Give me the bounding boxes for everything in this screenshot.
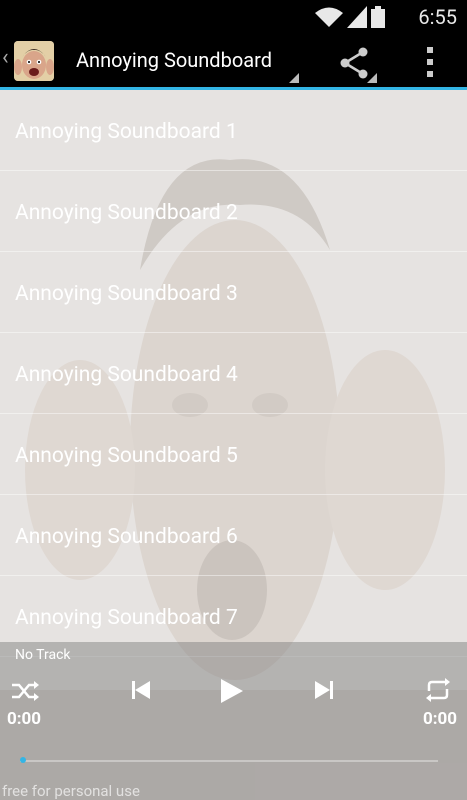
shuffle-icon[interactable]: [10, 680, 40, 702]
status-bar: 6:55: [0, 0, 467, 33]
back-chevron-icon[interactable]: ‹: [2, 45, 9, 70]
list-item[interactable]: Annoying Soundboard 3: [0, 252, 467, 333]
share-dropdown-indicator-icon: [367, 73, 377, 83]
battery-icon: [371, 6, 385, 28]
list-item[interactable]: Annoying Soundboard 1: [0, 90, 467, 171]
soundboard-list: Annoying Soundboard 1 Annoying Soundboar…: [0, 90, 467, 657]
track-title: No Track: [15, 647, 71, 663]
list-item[interactable]: Annoying Soundboard 5: [0, 414, 467, 495]
watermark-text: free for personal use: [2, 782, 140, 800]
repeat-icon[interactable]: [424, 678, 452, 702]
total-time: 0:00: [422, 709, 457, 729]
main-content: Annoying Soundboard 1 Annoying Soundboar…: [0, 90, 467, 800]
list-item[interactable]: Annoying Soundboard 6: [0, 495, 467, 576]
title-dropdown-indicator-icon: [289, 73, 299, 83]
app-icon-face-icon: [14, 41, 54, 81]
signal-icon: [347, 6, 367, 28]
previous-icon[interactable]: [131, 680, 151, 700]
list-item[interactable]: Annoying Soundboard 4: [0, 333, 467, 414]
next-icon[interactable]: [314, 680, 334, 700]
seek-bar[interactable]: [20, 760, 438, 762]
app-icon[interactable]: [14, 41, 54, 81]
seek-thumb[interactable]: [20, 757, 26, 763]
action-bar: ‹ Annoying Soundboard: [0, 33, 467, 90]
status-icons: [315, 6, 385, 28]
play-icon[interactable]: [220, 678, 244, 704]
clock: 6:55: [418, 5, 457, 29]
overflow-menu-icon[interactable]: [420, 45, 440, 79]
elapsed-time: 0:00: [7, 709, 42, 729]
app-title[interactable]: Annoying Soundboard: [76, 48, 281, 72]
list-item[interactable]: Annoying Soundboard 2: [0, 171, 467, 252]
media-player: No Track 0:00 0:00: [0, 642, 467, 800]
wifi-icon: [315, 7, 343, 27]
